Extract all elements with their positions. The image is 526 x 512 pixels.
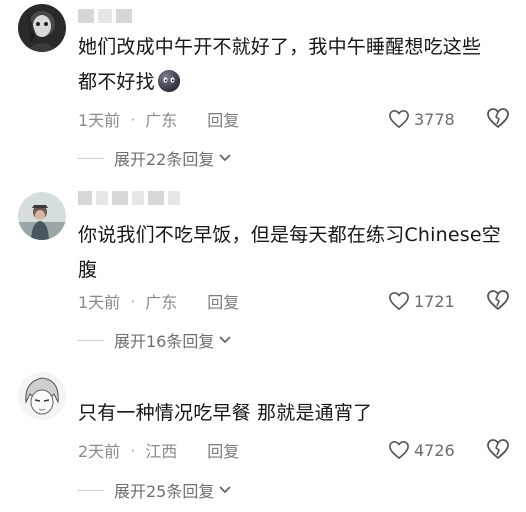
expand-replies-button[interactable]: 展开16条回复 — [78, 328, 232, 352]
comment-meta: 2天前 · 江西 回复 — [78, 438, 239, 462]
comment-text: 只有一种情况吃早餐 那就是通宵了 — [78, 396, 510, 431]
comment-text-line: 她们改成中午开不就好了，我中午睡醒想吃这些 — [78, 36, 482, 58]
comment-location: 广东 — [145, 111, 178, 130]
comment-text-line: 腹 — [78, 259, 98, 281]
comment-text-line: 都不好找 — [78, 65, 510, 100]
chevron-down-icon — [219, 154, 232, 162]
like-button[interactable]: 3778 — [388, 107, 455, 131]
username-censored[interactable] — [78, 8, 132, 24]
meta-separator: · — [130, 440, 136, 460]
broken-heart-icon — [487, 439, 509, 459]
dislike-button[interactable] — [486, 289, 510, 313]
comment-text-line: 只有一种情况吃早餐 那就是通宵了 — [78, 402, 373, 424]
broken-heart-icon — [487, 290, 509, 310]
comment-meta: 1天前 · 广东 回复 — [78, 107, 239, 131]
heart-outline-icon — [389, 292, 409, 310]
comment-time: 1天前 — [78, 111, 121, 130]
expand-replies-button[interactable]: 展开25条回复 — [78, 478, 232, 502]
like-count: 1721 — [414, 291, 455, 311]
comment-text: 你说我们不吃早饭，但是每天都在练习Chinese空 腹 — [78, 218, 510, 288]
broken-heart-icon — [487, 108, 509, 128]
ghost-face-emoji-icon — [157, 69, 181, 93]
expand-replies-label: 展开25条回复 — [114, 482, 215, 501]
comment-location: 广东 — [145, 293, 178, 312]
comment-time: 2天前 — [78, 442, 121, 461]
comment-time: 1天前 — [78, 293, 121, 312]
like-count: 4726 — [414, 440, 455, 460]
divider-line — [78, 489, 104, 491]
heart-outline-icon — [389, 441, 409, 459]
like-button[interactable]: 1721 — [388, 289, 455, 313]
user-avatar[interactable] — [18, 192, 66, 240]
meta-separator: · — [130, 291, 136, 311]
comment-text: 她们改成中午开不就好了，我中午睡醒想吃这些 都不好找 — [78, 30, 510, 100]
heart-outline-icon — [389, 110, 409, 128]
username-censored[interactable] — [78, 190, 180, 206]
reply-button[interactable]: 回复 — [207, 438, 239, 462]
dislike-button[interactable] — [486, 107, 510, 131]
user-avatar[interactable] — [18, 4, 66, 52]
user-avatar[interactable] — [18, 372, 66, 420]
expand-replies-label: 展开22条回复 — [114, 150, 215, 169]
divider-line — [78, 339, 104, 341]
meta-separator: · — [130, 109, 136, 129]
divider-line — [78, 157, 104, 159]
chevron-down-icon — [219, 486, 232, 494]
comment-location: 江西 — [145, 442, 178, 461]
dislike-button[interactable] — [486, 438, 510, 462]
comment-meta: 1天前 · 广东 回复 — [78, 289, 239, 313]
like-button[interactable]: 4726 — [388, 438, 455, 462]
expand-replies-label: 展开16条回复 — [114, 332, 215, 351]
expand-replies-button[interactable]: 展开22条回复 — [78, 146, 232, 170]
comment-text-segment: 都不好找 — [78, 71, 155, 93]
like-count: 3778 — [414, 109, 455, 129]
reply-button[interactable]: 回复 — [207, 289, 239, 313]
reply-button[interactable]: 回复 — [207, 107, 239, 131]
chevron-down-icon — [219, 336, 232, 344]
comment-text-line: 你说我们不吃早饭，但是每天都在练习Chinese空 — [78, 224, 501, 246]
